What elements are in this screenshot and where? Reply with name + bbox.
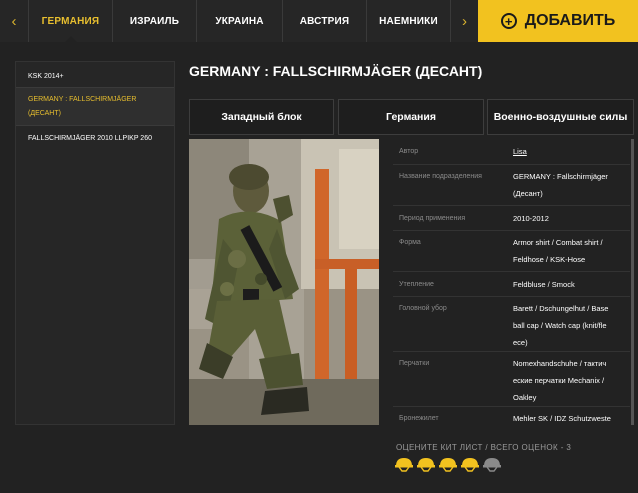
add-button-label: ДОБАВИТЬ [524, 12, 616, 29]
kit-info-table: Автор Lisa Название подразделения GERMAN… [393, 139, 630, 425]
tab-mercenaries[interactable]: НАЕМНИКИ [366, 0, 450, 42]
sidebar-item-fallschirmjager-2010[interactable]: FALLSCHIRMJÄGER 2010 LLPIKP 260 [16, 129, 174, 161]
rating-prompt: ОЦЕНИТЕ КИТ ЛИСТ / ВСЕГО ОЦЕНОК - 3 [396, 443, 572, 452]
helmet-filled-icon[interactable] [394, 456, 414, 472]
info-row-gloves: Перчатки Nomexhandschuhe / тактич еские … [393, 352, 630, 407]
sidebar-item-ksk[interactable]: KSK 2014+ [16, 68, 174, 86]
info-row-body-armor: Бронежилет Mehler SK / IDZ Schutzweste [393, 407, 630, 425]
info-row-uniform: Форма Armor shirt / Combat shirt / Feldh… [393, 231, 630, 272]
info-label: Период применения [399, 215, 466, 222]
info-row-period: Период применения 2010-2012 [393, 206, 630, 231]
info-value: 2010-2012 [513, 214, 549, 223]
rating-helmets[interactable] [394, 456, 502, 472]
info-value: Armor shirt / Combat shirt / Feldhose / … [513, 238, 603, 264]
info-scrollbar[interactable] [631, 139, 634, 425]
helmet-filled-icon[interactable] [438, 456, 458, 472]
info-row-unit: Название подразделения GERMANY : Fallsch… [393, 165, 630, 206]
info-label: Перчатки [399, 360, 430, 367]
tab-country[interactable]: Германия [338, 99, 484, 135]
tab-ukraine[interactable]: УКРАИНА [196, 0, 282, 42]
info-row-insulation: Утепление Feldbluse / Smock [393, 272, 630, 297]
info-label: Автор [399, 148, 419, 155]
info-label: Название подразделения [399, 173, 482, 180]
info-value: Mehler SK / IDZ Schutzweste [513, 414, 611, 423]
info-row-headgear: Головной убор Barett / Dschungelhut / Ba… [393, 297, 630, 352]
page-title: GERMANY : FALLSCHIRMJÄGER (ДЕСАНТ) [189, 63, 483, 79]
kit-photo[interactable] [189, 139, 379, 425]
author-link[interactable]: Lisa [513, 143, 621, 160]
add-button[interactable]: + ДОБАВИТЬ [478, 0, 638, 42]
info-value: Feldbluse / Smock [513, 280, 575, 289]
info-label: Утепление [399, 281, 434, 288]
info-label: Бронежилет [399, 415, 439, 422]
helmet-filled-icon[interactable] [460, 456, 480, 472]
soldier-photo-image [189, 139, 379, 425]
info-value: GERMANY : Fallschirmjäger (Десант) [513, 172, 608, 198]
info-label: Форма [399, 239, 421, 246]
tab-austria[interactable]: АВСТРИЯ [282, 0, 366, 42]
info-value: Nomexhandschuhe / тактич еские перчатки … [513, 359, 607, 402]
info-value: Barett / Dschungelhut / Base ball cap / … [513, 304, 609, 347]
helmet-filled-icon[interactable] [416, 456, 436, 472]
tab-germany[interactable]: ГЕРМАНИЯ [28, 0, 112, 42]
info-label: Головной убор [399, 305, 447, 312]
top-nav: ‹ ГЕРМАНИЯ ИЗРАИЛЬ УКРАИНА АВСТРИЯ НАЕМН… [0, 0, 638, 42]
plus-circle-icon: + [500, 13, 517, 29]
tab-israel[interactable]: ИЗРАИЛЬ [112, 0, 196, 42]
nav-next-arrow-icon[interactable]: › [450, 0, 478, 42]
info-row-author: Автор Lisa [393, 139, 630, 165]
sidebar: KSK 2014+ GERMANY : FALLSCHIRMJÄGER (ДЕС… [15, 61, 175, 425]
tab-western-bloc[interactable]: Западный блок [189, 99, 334, 135]
sidebar-item-fallschirmjager[interactable]: GERMANY : FALLSCHIRMJÄGER (ДЕСАНТ) [16, 87, 174, 126]
tab-branch[interactable]: Военно-воздушные силы [487, 99, 634, 135]
nav-prev-arrow-icon[interactable]: ‹ [0, 0, 28, 42]
helmet-empty-icon[interactable] [482, 456, 502, 472]
